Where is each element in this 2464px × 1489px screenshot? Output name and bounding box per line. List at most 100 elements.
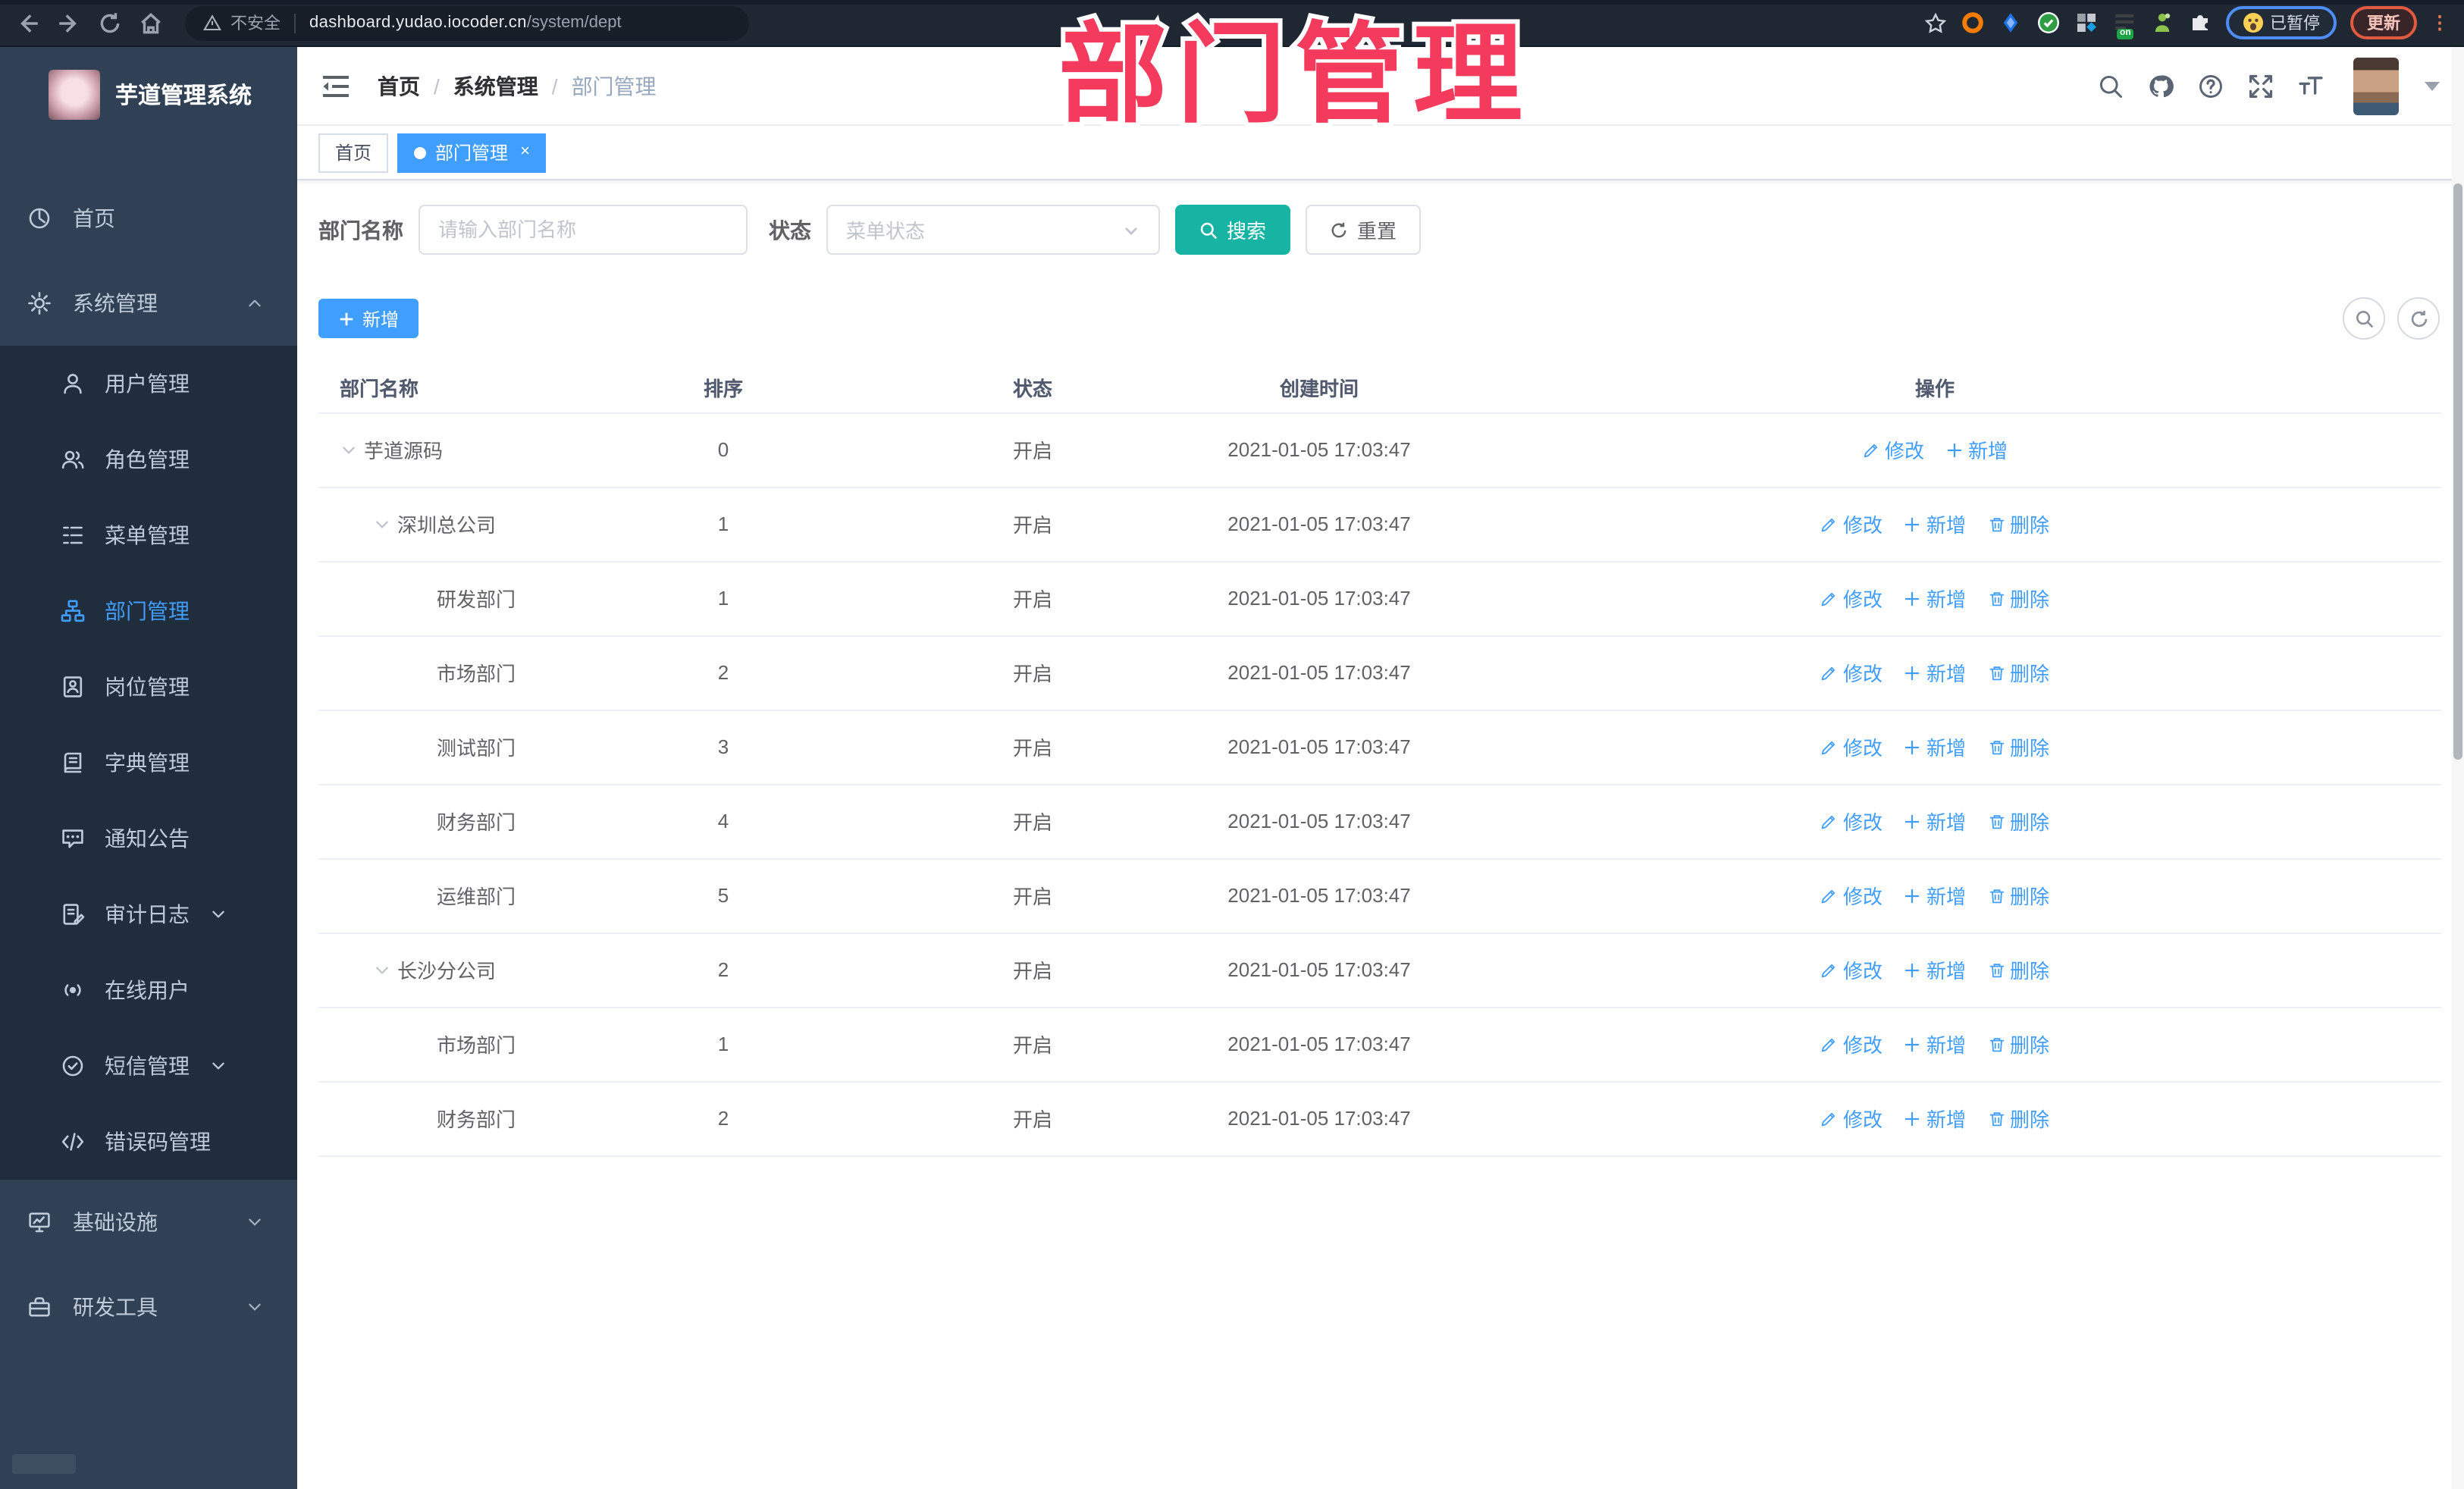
update-browser-button[interactable]: 更新: [2350, 6, 2417, 39]
sidebar-item-dict[interactable]: 字典管理: [0, 725, 297, 801]
edit-action-link[interactable]: 修改: [1820, 807, 1882, 835]
actions-cell: 修改 新增 删除: [1428, 561, 2441, 636]
browser-menu-icon[interactable]: ⋮: [2431, 14, 2449, 32]
delete-action-link[interactable]: 删除: [1987, 732, 2049, 761]
status-cell: 开启: [855, 412, 1210, 487]
sidebar-item-sms[interactable]: 短信管理: [0, 1028, 297, 1104]
breadcrumb-system[interactable]: 系统管理: [453, 71, 538, 101]
sidebar-item-online-user[interactable]: 在线用户: [0, 952, 297, 1028]
add-action-link[interactable]: 新增: [1904, 509, 1966, 538]
add-action-link[interactable]: 新增: [1904, 732, 1966, 761]
add-action-link[interactable]: 新增: [1904, 881, 1966, 910]
app-logo-row[interactable]: 芋道管理系统: [0, 47, 297, 141]
sidebar-collapse[interactable]: [12, 1454, 76, 1474]
tab-首页[interactable]: 首页: [318, 133, 389, 172]
dept-name: 研发部门: [437, 588, 516, 611]
add-action-link[interactable]: 新增: [1904, 807, 1966, 835]
add-action-link[interactable]: 新增: [1904, 955, 1966, 984]
status-select[interactable]: 菜单状态: [826, 205, 1160, 255]
edit-action-link[interactable]: 修改: [1820, 1104, 1882, 1133]
add-action-link[interactable]: 新增: [1904, 1030, 1966, 1058]
delete-action-link[interactable]: 删除: [1987, 807, 2049, 835]
fullscreen-icon[interactable]: [2247, 72, 2274, 99]
sidebar-item-audit-log[interactable]: 审计日志: [0, 876, 297, 952]
add-button[interactable]: 新增: [318, 299, 419, 338]
dept-name-input[interactable]: [419, 205, 748, 255]
expand-chevron-icon[interactable]: [373, 961, 391, 979]
breadcrumb-home[interactable]: 首页: [378, 71, 420, 101]
hamburger-icon[interactable]: [321, 74, 350, 98]
sidebar-item-infra[interactable]: 基础设施: [0, 1180, 297, 1265]
expand-chevron-icon[interactable]: [340, 440, 358, 459]
edit-action-link[interactable]: 修改: [1820, 955, 1882, 984]
bookmark-star-icon[interactable]: [1924, 11, 1947, 34]
sidebar-item-label: 系统管理: [73, 291, 158, 315]
scrollbar-thumb[interactable]: [2453, 183, 2462, 760]
edit-action-link[interactable]: 修改: [1820, 1030, 1882, 1058]
edit-action-link[interactable]: 修改: [1820, 584, 1882, 613]
tab-部门管理[interactable]: 部门管理 ×: [397, 133, 547, 172]
delete-action-link[interactable]: 删除: [1987, 658, 2049, 687]
edit-action-link[interactable]: 修改: [1820, 509, 1882, 538]
sidebar-item-menu[interactable]: 菜单管理: [0, 497, 297, 573]
home-icon[interactable]: [138, 10, 164, 36]
close-icon[interactable]: ×: [520, 143, 530, 161]
forward-icon[interactable]: [56, 10, 82, 36]
font-size-icon[interactable]: [2297, 72, 2324, 99]
expand-chevron-icon[interactable]: [373, 515, 391, 533]
add-action-link[interactable]: 新增: [1945, 435, 2008, 464]
delete-action-link[interactable]: 删除: [1987, 881, 2049, 910]
edit-action-link[interactable]: 修改: [1820, 881, 1882, 910]
delete-action-link[interactable]: 删除: [1987, 1030, 2049, 1058]
sidebar-item-system[interactable]: 系统管理: [0, 261, 297, 346]
sidebar-item-role[interactable]: 角色管理: [0, 422, 297, 497]
list-on-extension-icon[interactable]: on: [2112, 11, 2136, 39]
refresh-icon: [2410, 309, 2427, 327]
delete-action-link[interactable]: 删除: [1987, 509, 2049, 538]
grid-extension-icon[interactable]: [2074, 11, 2099, 35]
puzzle-extension-icon[interactable]: [2188, 11, 2212, 35]
delete-action-link[interactable]: 删除: [1987, 955, 2049, 984]
edit-action-link[interactable]: 修改: [1862, 435, 1924, 464]
paused-extension-pill[interactable]: 已暂停: [2226, 6, 2337, 39]
sidebar-item-post[interactable]: 岗位管理: [0, 649, 297, 725]
orange-ring-extension-icon[interactable]: [1961, 11, 1985, 35]
sidebar-item-dept[interactable]: 部门管理: [0, 573, 297, 649]
toggle-search-button[interactable]: [2343, 297, 2385, 340]
edit-action-link[interactable]: 修改: [1820, 732, 1882, 761]
back-icon[interactable]: [15, 10, 41, 36]
plus-icon: [1904, 1035, 1922, 1053]
browser-toolbar: 不安全 dashboard.yudao.iocoder.cn/system/de…: [0, 0, 2464, 47]
search-button[interactable]: 搜索: [1175, 205, 1291, 255]
sidebar-item-notice[interactable]: 通知公告: [0, 801, 297, 876]
search-icon: [2356, 310, 2373, 328]
reset-button[interactable]: 重置: [1306, 205, 1422, 255]
url-bar[interactable]: 不安全 dashboard.yudao.iocoder.cn/system/de…: [185, 5, 749, 40]
dept-table: 部门名称 排序 状态 创建时间 操作 芋道源码 0 开启 2021-01-05 …: [318, 364, 2441, 1156]
edit-action-link[interactable]: 修改: [1820, 658, 1882, 687]
created-cell: 2021-01-05 17:03:47: [1210, 710, 1428, 785]
github-icon[interactable]: [2147, 72, 2174, 99]
avatar[interactable]: [2353, 57, 2399, 114]
add-action-link[interactable]: 新增: [1904, 658, 1966, 687]
sidebar-item-user[interactable]: 用户管理: [0, 346, 297, 422]
sidebar-item-home[interactable]: 首页: [0, 176, 297, 261]
chevron-down-icon[interactable]: [2425, 81, 2440, 90]
delete-action-link[interactable]: 删除: [1987, 584, 2049, 613]
sidebar-item-error-code[interactable]: 错误码管理: [0, 1104, 297, 1180]
search-icon[interactable]: [2097, 72, 2124, 99]
sidebar-item-label: 部门管理: [105, 599, 190, 623]
sidebar-item-dev-tools[interactable]: 研发工具: [0, 1265, 297, 1350]
add-action-link[interactable]: 新增: [1904, 1104, 1966, 1133]
edit-icon: [1820, 1035, 1839, 1053]
add-action-link[interactable]: 新增: [1904, 584, 1966, 613]
question-icon[interactable]: [2197, 72, 2224, 99]
blue-drop-extension-icon[interactable]: [1998, 11, 2023, 35]
delete-action-link[interactable]: 删除: [1987, 1104, 2049, 1133]
refresh-table-button[interactable]: [2397, 297, 2440, 340]
edit-icon: [1820, 812, 1839, 830]
scrollbar-track[interactable]: [2452, 47, 2464, 1489]
reload-icon[interactable]: [97, 10, 123, 36]
green-check-extension-icon[interactable]: [2036, 11, 2061, 35]
green-person-extension-icon[interactable]: [2150, 11, 2174, 35]
